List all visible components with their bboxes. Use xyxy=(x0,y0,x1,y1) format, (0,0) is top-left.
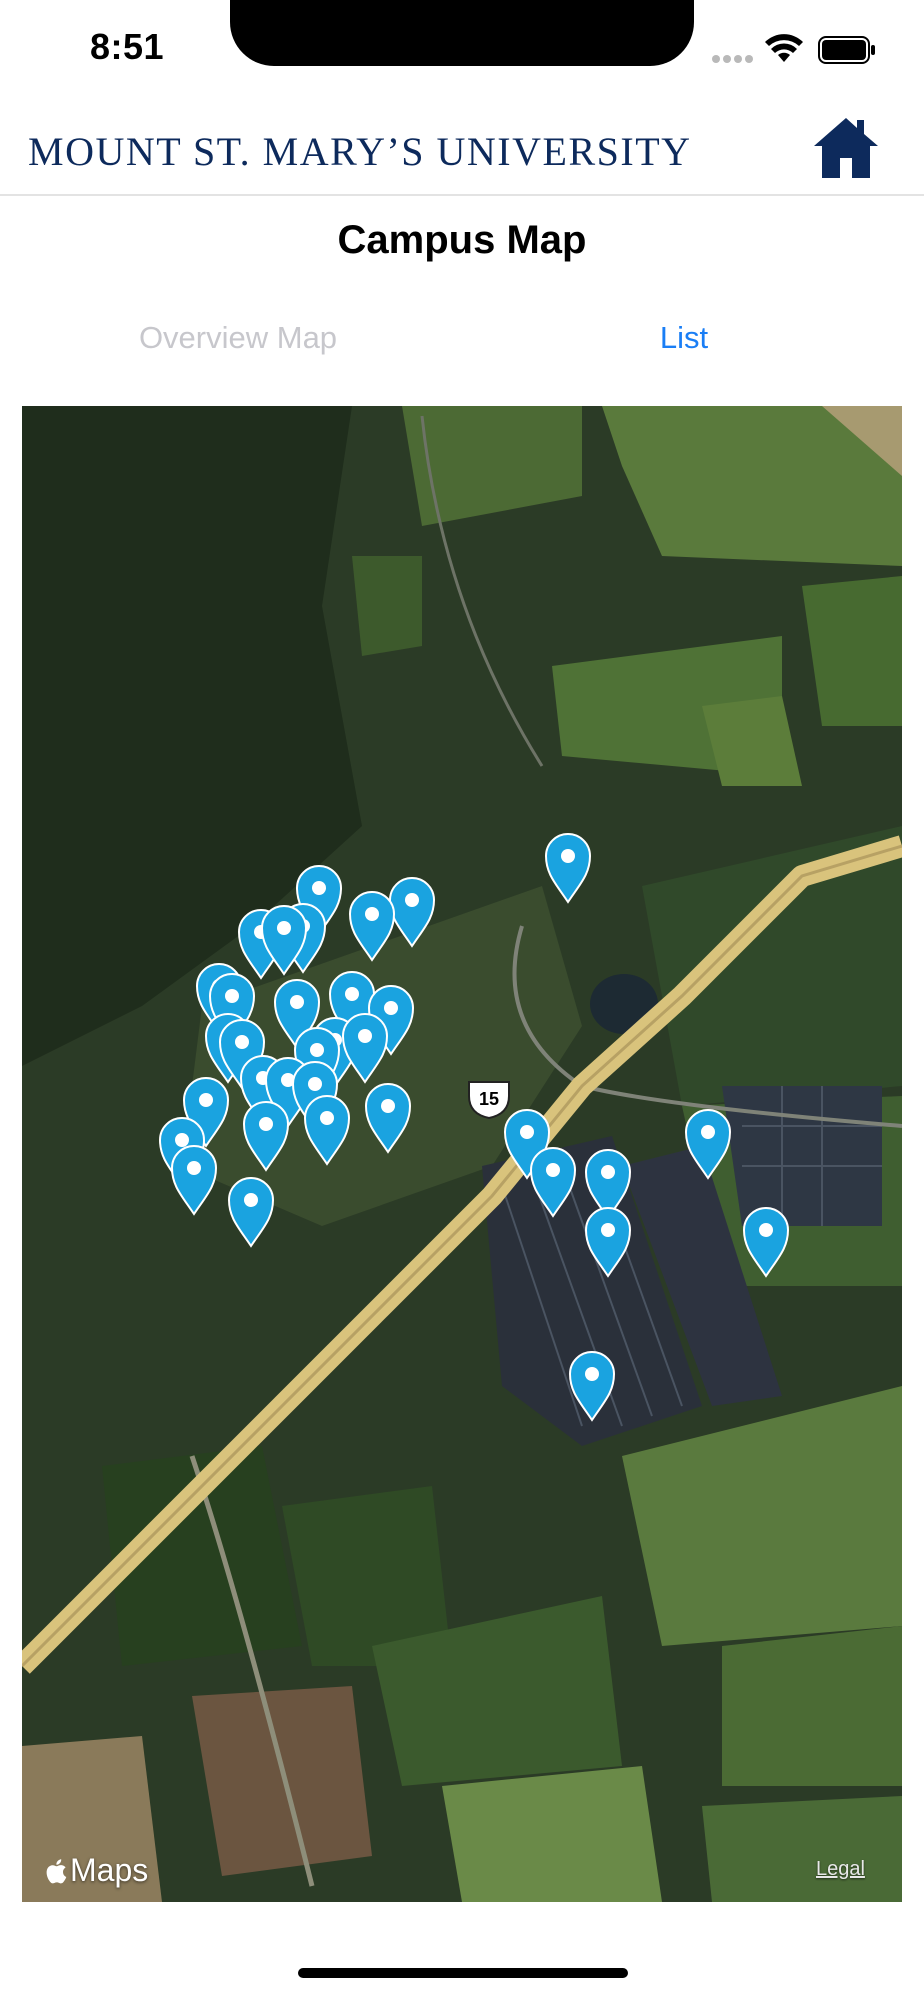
map-pin-icon[interactable] xyxy=(227,1176,275,1248)
tab-list[interactable]: List xyxy=(534,320,834,356)
map-pin-icon[interactable] xyxy=(341,1012,389,1084)
map-pin-icon[interactable] xyxy=(584,1206,632,1278)
status-bar: 8:51 xyxy=(0,0,924,90)
map-pin-icon[interactable] xyxy=(260,904,308,976)
map-pin-icon[interactable] xyxy=(303,1094,351,1166)
maps-attribution: Maps xyxy=(44,1852,148,1889)
legal-link[interactable]: Legal xyxy=(816,1858,865,1881)
map-pin-icon[interactable] xyxy=(742,1206,790,1278)
apple-logo-icon xyxy=(46,1858,67,1883)
map-pin-icon[interactable] xyxy=(348,890,396,962)
map-pin-icon[interactable] xyxy=(529,1146,577,1218)
university-logo: MOUNT ST. MARY’S UNIVERSITY xyxy=(28,129,692,174)
campus-map[interactable]: 15 Maps Legal xyxy=(22,406,902,1902)
home-indicator xyxy=(298,1968,628,1978)
app-header: MOUNT ST. MARY’S UNIVERSITY xyxy=(0,100,924,196)
satellite-imagery xyxy=(22,406,902,1902)
map-pin-icon[interactable] xyxy=(242,1100,290,1172)
view-tabs: Overview Map List xyxy=(0,320,924,380)
maps-label: Maps xyxy=(70,1852,149,1888)
map-pin-icon[interactable] xyxy=(364,1082,412,1154)
tab-overview-map[interactable]: Overview Map xyxy=(88,320,388,356)
home-button[interactable] xyxy=(806,112,886,184)
cellular-signal-icon xyxy=(712,50,756,64)
battery-icon xyxy=(818,36,875,64)
wifi-icon xyxy=(765,34,803,62)
map-pin-icon[interactable] xyxy=(170,1144,218,1216)
map-pin-icon[interactable] xyxy=(684,1108,732,1180)
home-icon xyxy=(814,118,878,178)
status-time: 8:51 xyxy=(90,26,165,67)
map-pin-icon[interactable] xyxy=(568,1350,616,1422)
map-pin-icon[interactable] xyxy=(544,832,592,904)
route-number: 15 xyxy=(479,1089,499,1109)
device-notch xyxy=(230,0,694,66)
page-title: Campus Map xyxy=(337,218,587,262)
